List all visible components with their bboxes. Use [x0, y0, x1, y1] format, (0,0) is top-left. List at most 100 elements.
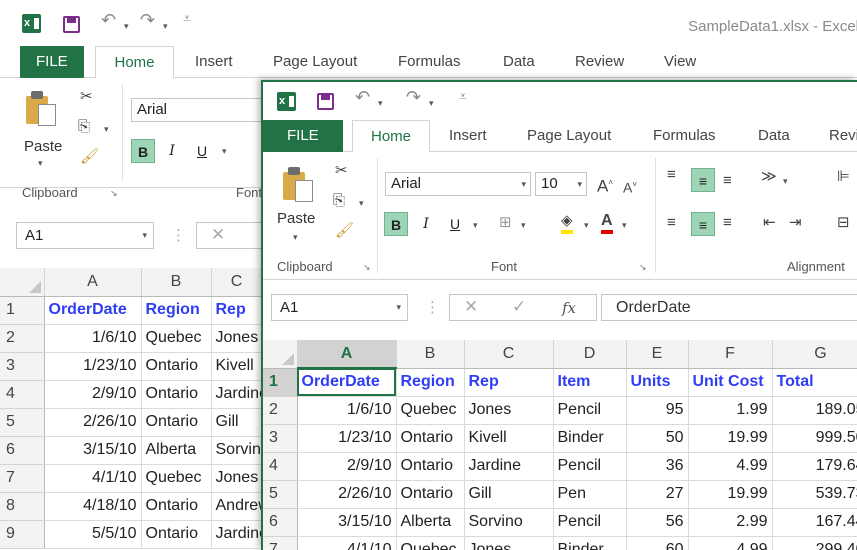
increase-indent-icon[interactable]: ⇥ [789, 214, 802, 232]
row-header[interactable]: 7 [263, 536, 298, 550]
font-name-box[interactable]: Arial [131, 98, 271, 122]
row-header[interactable]: 5 [263, 480, 298, 509]
tab-review[interactable]: Review [565, 46, 634, 78]
cell[interactable]: 1/23/10 [297, 424, 397, 453]
cell[interactable]: 299.40 [772, 536, 857, 550]
underline-dropdown-icon[interactable]: ▾ [473, 220, 478, 231]
cell[interactable]: Rep [464, 368, 554, 397]
row-header[interactable]: 2 [263, 396, 298, 425]
cell[interactable]: 4/1/10 [297, 536, 397, 550]
cell[interactable]: Ontario [141, 492, 212, 521]
tab-review[interactable]: Review [819, 120, 857, 152]
cell[interactable]: OrderDate [297, 368, 397, 397]
column-header-c[interactable]: C [211, 268, 263, 297]
cell[interactable]: 27 [626, 480, 689, 509]
decrease-indent-icon[interactable]: ⇤ [763, 214, 776, 232]
italic-button[interactable]: I [414, 212, 438, 236]
font-launcher-icon[interactable]: ↘ [639, 262, 647, 273]
tab-formulas[interactable]: Formulas [388, 46, 471, 78]
tab-formulas[interactable]: Formulas [643, 120, 726, 152]
cell[interactable]: Gill [464, 480, 554, 509]
insert-function-icon[interactable]: fx [562, 299, 576, 317]
top-align-icon[interactable]: ≡ [667, 166, 676, 184]
tab-file[interactable]: FILE [263, 120, 343, 152]
cell[interactable]: Jardine [464, 452, 554, 481]
align-right-icon[interactable]: ≡ [723, 214, 732, 232]
row-header[interactable]: 6 [0, 436, 45, 465]
cell[interactable]: Andrews [211, 492, 263, 521]
cell[interactable]: 2.99 [688, 508, 773, 537]
cell[interactable]: Binder [553, 424, 627, 453]
tab-page-layout[interactable]: Page Layout [263, 46, 367, 78]
format-painter-icon[interactable]: 🖌 [335, 222, 354, 240]
row-header[interactable]: 1 [263, 368, 298, 397]
fill-color-icon[interactable]: ◈ [561, 212, 573, 234]
cell[interactable]: OrderDate [44, 296, 142, 325]
cell[interactable]: Region [141, 296, 212, 325]
cell[interactable]: 60 [626, 536, 689, 550]
tab-home[interactable]: Home [95, 46, 174, 79]
cell[interactable]: Kivell [211, 352, 263, 381]
cell[interactable]: 189.05 [772, 396, 857, 425]
increase-font-size-icon[interactable]: A˄ [597, 174, 613, 196]
cell[interactable]: Quebec [141, 464, 212, 493]
cell[interactable]: Pen [553, 480, 627, 509]
cell[interactable]: Jones [464, 536, 554, 550]
cell[interactable]: 5/5/10 [44, 520, 142, 549]
font-name-box[interactable]: Arial ▾ [385, 172, 531, 196]
cell[interactable]: Units [626, 368, 689, 397]
cell[interactable]: Total [772, 368, 857, 397]
bold-button[interactable]: B [384, 212, 408, 236]
redo-icon[interactable]: ↷ [406, 87, 421, 108]
column-header-a[interactable]: A [297, 340, 397, 369]
undo-dropdown-icon[interactable]: ▾ [378, 98, 383, 109]
borders-dropdown-icon[interactable]: ▾ [521, 220, 526, 231]
align-left-icon[interactable]: ≡ [667, 214, 676, 232]
paste-button-label[interactable]: Paste [24, 138, 62, 155]
name-box-dropdown-icon[interactable]: ▾ [142, 223, 147, 248]
cell[interactable]: Binder [553, 536, 627, 550]
cancel-icon[interactable]: ✕ [464, 297, 478, 317]
cell[interactable]: Quebec [141, 324, 212, 353]
paste-dropdown-icon[interactable]: ▾ [38, 158, 43, 169]
underline-button[interactable]: U [190, 139, 214, 163]
cell[interactable]: Rep [211, 296, 263, 325]
column-header-b[interactable]: B [141, 268, 212, 297]
cut-icon[interactable]: ✂ [335, 162, 348, 180]
tab-insert[interactable]: Insert [185, 46, 243, 78]
merge-center-icon[interactable]: ⊟ [837, 214, 850, 232]
cell[interactable]: Quebec [396, 536, 465, 550]
save-icon[interactable] [317, 93, 334, 110]
paste-dropdown-icon[interactable]: ▾ [293, 232, 298, 243]
font-name-dropdown-icon[interactable]: ▾ [521, 173, 526, 195]
paste-icon[interactable] [24, 88, 58, 128]
cell[interactable]: 1/23/10 [44, 352, 142, 381]
cell[interactable]: 999.50 [772, 424, 857, 453]
column-header-a[interactable]: A [44, 268, 142, 297]
column-header-f[interactable]: F [688, 340, 773, 369]
cell[interactable]: Item [553, 368, 627, 397]
cell[interactable]: 19.99 [688, 480, 773, 509]
save-icon[interactable] [63, 16, 80, 33]
cell[interactable]: Ontario [141, 380, 212, 409]
tab-insert[interactable]: Insert [439, 120, 497, 152]
column-header-e[interactable]: E [626, 340, 689, 369]
format-painter-icon[interactable]: 🖌 [80, 148, 99, 166]
italic-button[interactable]: I [160, 139, 184, 163]
undo-icon[interactable]: ↶ [355, 87, 370, 108]
cell[interactable]: Ontario [141, 520, 212, 549]
cell[interactable]: Ontario [396, 452, 465, 481]
copy-dropdown-icon[interactable]: ▾ [359, 198, 364, 209]
select-all-corner[interactable] [263, 340, 298, 369]
bold-button[interactable]: B [131, 139, 155, 163]
cell[interactable]: Jones [464, 396, 554, 425]
cell[interactable]: 4/18/10 [44, 492, 142, 521]
font-color-icon[interactable]: A [601, 212, 613, 234]
name-box[interactable]: A1 ▾ [271, 294, 408, 321]
undo-dropdown-icon[interactable]: ▾ [124, 21, 129, 32]
formula-input[interactable]: OrderDate [601, 294, 857, 321]
cell[interactable]: 56 [626, 508, 689, 537]
wrap-text-icon[interactable]: ⊫ [837, 168, 850, 186]
cell[interactable]: Ontario [141, 352, 212, 381]
column-header-c[interactable]: C [464, 340, 554, 369]
